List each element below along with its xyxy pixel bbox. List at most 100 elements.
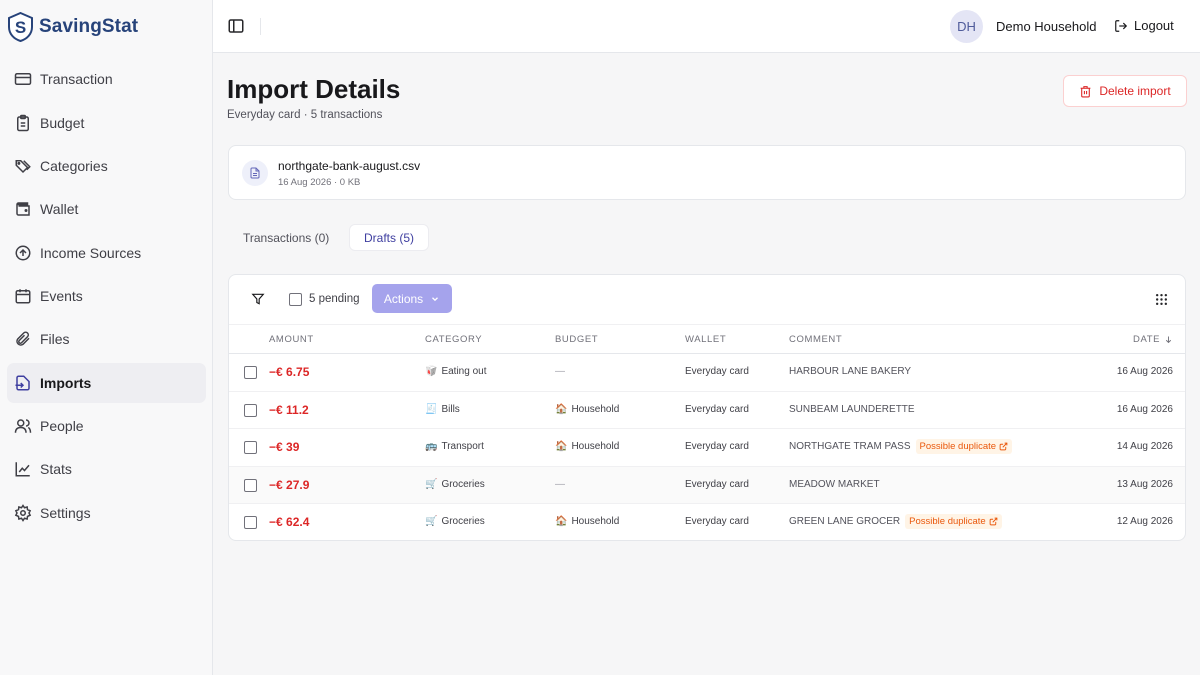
table-row[interactable]: −€ 62.4 🛒 Groceries 🏠 Household Everyday c… — [229, 504, 1185, 540]
comment-cell: MEADOW MARKET — [789, 479, 880, 490]
actions-button[interactable]: Actions — [372, 284, 452, 313]
budget-icon: 🏠 — [555, 403, 568, 415]
row-checkbox[interactable] — [244, 441, 257, 454]
sidebar-item-label: Budget — [40, 115, 85, 131]
file-card[interactable]: northgate-bank-august.csv 16 Aug 2026 · … — [228, 145, 1186, 200]
import-icon — [13, 373, 33, 393]
table-header: AMOUNT CATEGORY BUDGET WALLET COMMENT DA… — [229, 324, 1185, 354]
sidebar-item-settings[interactable]: Settings — [7, 493, 206, 533]
sidebar-item-budget[interactable]: Budget — [7, 103, 206, 143]
date-cell: 12 Aug 2026 — [1116, 516, 1173, 527]
date-cell: 16 Aug 2026 — [1116, 403, 1173, 415]
budget-cell[interactable]: — — [555, 366, 565, 377]
logout-button[interactable]: Logout — [1114, 18, 1174, 33]
external-link-icon — [999, 442, 1008, 451]
avatar[interactable]: DH — [950, 10, 983, 43]
table-row[interactable]: −€ 11.2 🧾 Bills 🏠 Household Everyday card … — [229, 392, 1185, 429]
row-checkbox[interactable] — [244, 516, 257, 529]
row-checkbox[interactable] — [244, 403, 257, 417]
amount-cell: −€ 62.4 — [269, 515, 310, 529]
category-cell[interactable]: 🚌 Transport — [425, 441, 484, 452]
category-cell[interactable]: 🧾 Bills — [425, 404, 460, 415]
date-cell: 14 Aug 2026 — [1116, 441, 1173, 452]
logout-label: Logout — [1134, 18, 1174, 33]
sidebar-item-stats[interactable]: Stats — [7, 449, 206, 489]
sidebar-item-imports[interactable]: Imports — [7, 363, 206, 403]
budget-label: Household — [571, 441, 620, 452]
amount-cell: −€ 11.2 — [269, 402, 309, 417]
row-checkbox[interactable] — [244, 478, 257, 492]
column-header-amount[interactable]: AMOUNT — [269, 334, 314, 345]
chart-icon — [13, 459, 33, 479]
wallet-cell[interactable]: Everyday card — [685, 516, 749, 527]
sidebar-item-label: Events — [40, 288, 83, 304]
amount-cell: −€ 27.9 — [269, 477, 310, 492]
duplicate-label: Possible duplicate — [919, 441, 997, 452]
amount-cell: −€ 6.75 — [269, 365, 310, 379]
category-icon: 🛒 — [425, 516, 438, 527]
category-cell[interactable]: 🛒 Groceries — [425, 479, 485, 490]
household-name[interactable]: Demo Household — [996, 19, 1096, 34]
duplicate-badge[interactable]: Possible duplicate — [915, 439, 1013, 454]
column-header-comment[interactable]: COMMENT — [789, 334, 842, 345]
page-title: Import Details — [227, 74, 401, 104]
budget-label: Household — [571, 516, 620, 527]
brand-name: SavingStat — [39, 16, 139, 37]
duplicate-label: Possible duplicate — [909, 516, 986, 527]
budget-cell[interactable]: — — [555, 479, 565, 490]
sidebar-item-income-sources[interactable]: Income Sources — [7, 233, 206, 273]
column-header-wallet[interactable]: WALLET — [685, 334, 726, 345]
table-row[interactable]: −€ 39 🚌 Transport 🏠 Household Everyday car… — [229, 429, 1185, 467]
wallet-icon — [13, 199, 33, 219]
tags-icon — [13, 156, 33, 176]
sidebar-item-categories[interactable]: Categories — [7, 146, 206, 186]
amount-cell: −€ 39 — [269, 440, 300, 454]
wallet-cell[interactable]: Everyday card — [685, 441, 749, 452]
grid-icon[interactable] — [1155, 293, 1168, 311]
budget-cell[interactable]: 🏠 Household — [555, 441, 619, 452]
paperclip-icon — [13, 329, 33, 349]
actions-label: Actions — [383, 291, 424, 306]
wallet-cell[interactable]: Everyday card — [685, 404, 749, 415]
sidebar-item-wallet[interactable]: Wallet — [7, 189, 206, 229]
sidebar-item-people[interactable]: People — [7, 406, 206, 446]
logout-icon — [1115, 19, 1128, 32]
category-label: Transport — [441, 441, 484, 452]
delete-import-button[interactable]: Delete import — [1063, 75, 1187, 107]
sort-down-icon — [1165, 336, 1172, 344]
trash-icon — [1080, 85, 1091, 97]
table-row[interactable]: −€ 6.75 🥡 Eating out — Everyday card HARB… — [229, 354, 1185, 392]
column-header-category[interactable]: CATEGORY — [425, 334, 482, 345]
gear-icon — [13, 503, 33, 523]
category-cell[interactable]: 🥡 Eating out — [425, 366, 487, 377]
sidebar: S SavingStat Transaction Budget Categori… — [0, 0, 213, 675]
sidebar-item-events[interactable]: Events — [7, 276, 206, 316]
row-checkbox[interactable] — [244, 366, 257, 379]
table-row[interactable]: −€ 27.9 🛒 Groceries — Everyday card MEADO… — [229, 466, 1185, 504]
sidebar-item-transaction[interactable]: Transaction — [7, 59, 206, 99]
wallet-cell[interactable]: Everyday card — [685, 366, 749, 377]
tab-transactions[interactable]: Transactions (0) — [229, 224, 343, 251]
comment-cell: HARBOUR LANE BAKERY — [789, 366, 911, 377]
arrow-up-circle-icon — [13, 243, 33, 263]
category-icon: 🥡 — [425, 366, 438, 377]
tab-drafts[interactable]: Drafts (5) — [349, 224, 430, 251]
column-header-budget[interactable]: BUDGET — [555, 334, 598, 345]
file-name: northgate-bank-august.csv — [278, 159, 421, 173]
column-header-date[interactable]: DATE — [1133, 334, 1173, 345]
logo-icon: S — [8, 12, 33, 42]
budget-cell[interactable]: 🏠 Household — [555, 404, 619, 415]
duplicate-badge[interactable]: Possible duplicate — [905, 514, 1002, 529]
select-all-checkbox[interactable] — [289, 293, 302, 306]
sidebar-item-files[interactable]: Files — [7, 319, 206, 359]
sidebar-toggle-icon[interactable] — [227, 17, 245, 35]
comment-text: SUNBEAM LAUNDERETTE — [789, 403, 915, 415]
category-cell[interactable]: 🛒 Groceries — [425, 516, 485, 527]
wallet-cell[interactable]: Everyday card — [685, 479, 749, 490]
category-icon: 🚌 — [425, 441, 438, 452]
file-meta: 16 Aug 2026 · 0 KB — [278, 177, 361, 188]
filter-icon[interactable] — [251, 292, 265, 311]
comment-text: HARBOUR LANE BAKERY — [789, 366, 912, 377]
brand[interactable]: S SavingStat — [7, 12, 138, 42]
budget-cell[interactable]: 🏠 Household — [555, 516, 619, 527]
